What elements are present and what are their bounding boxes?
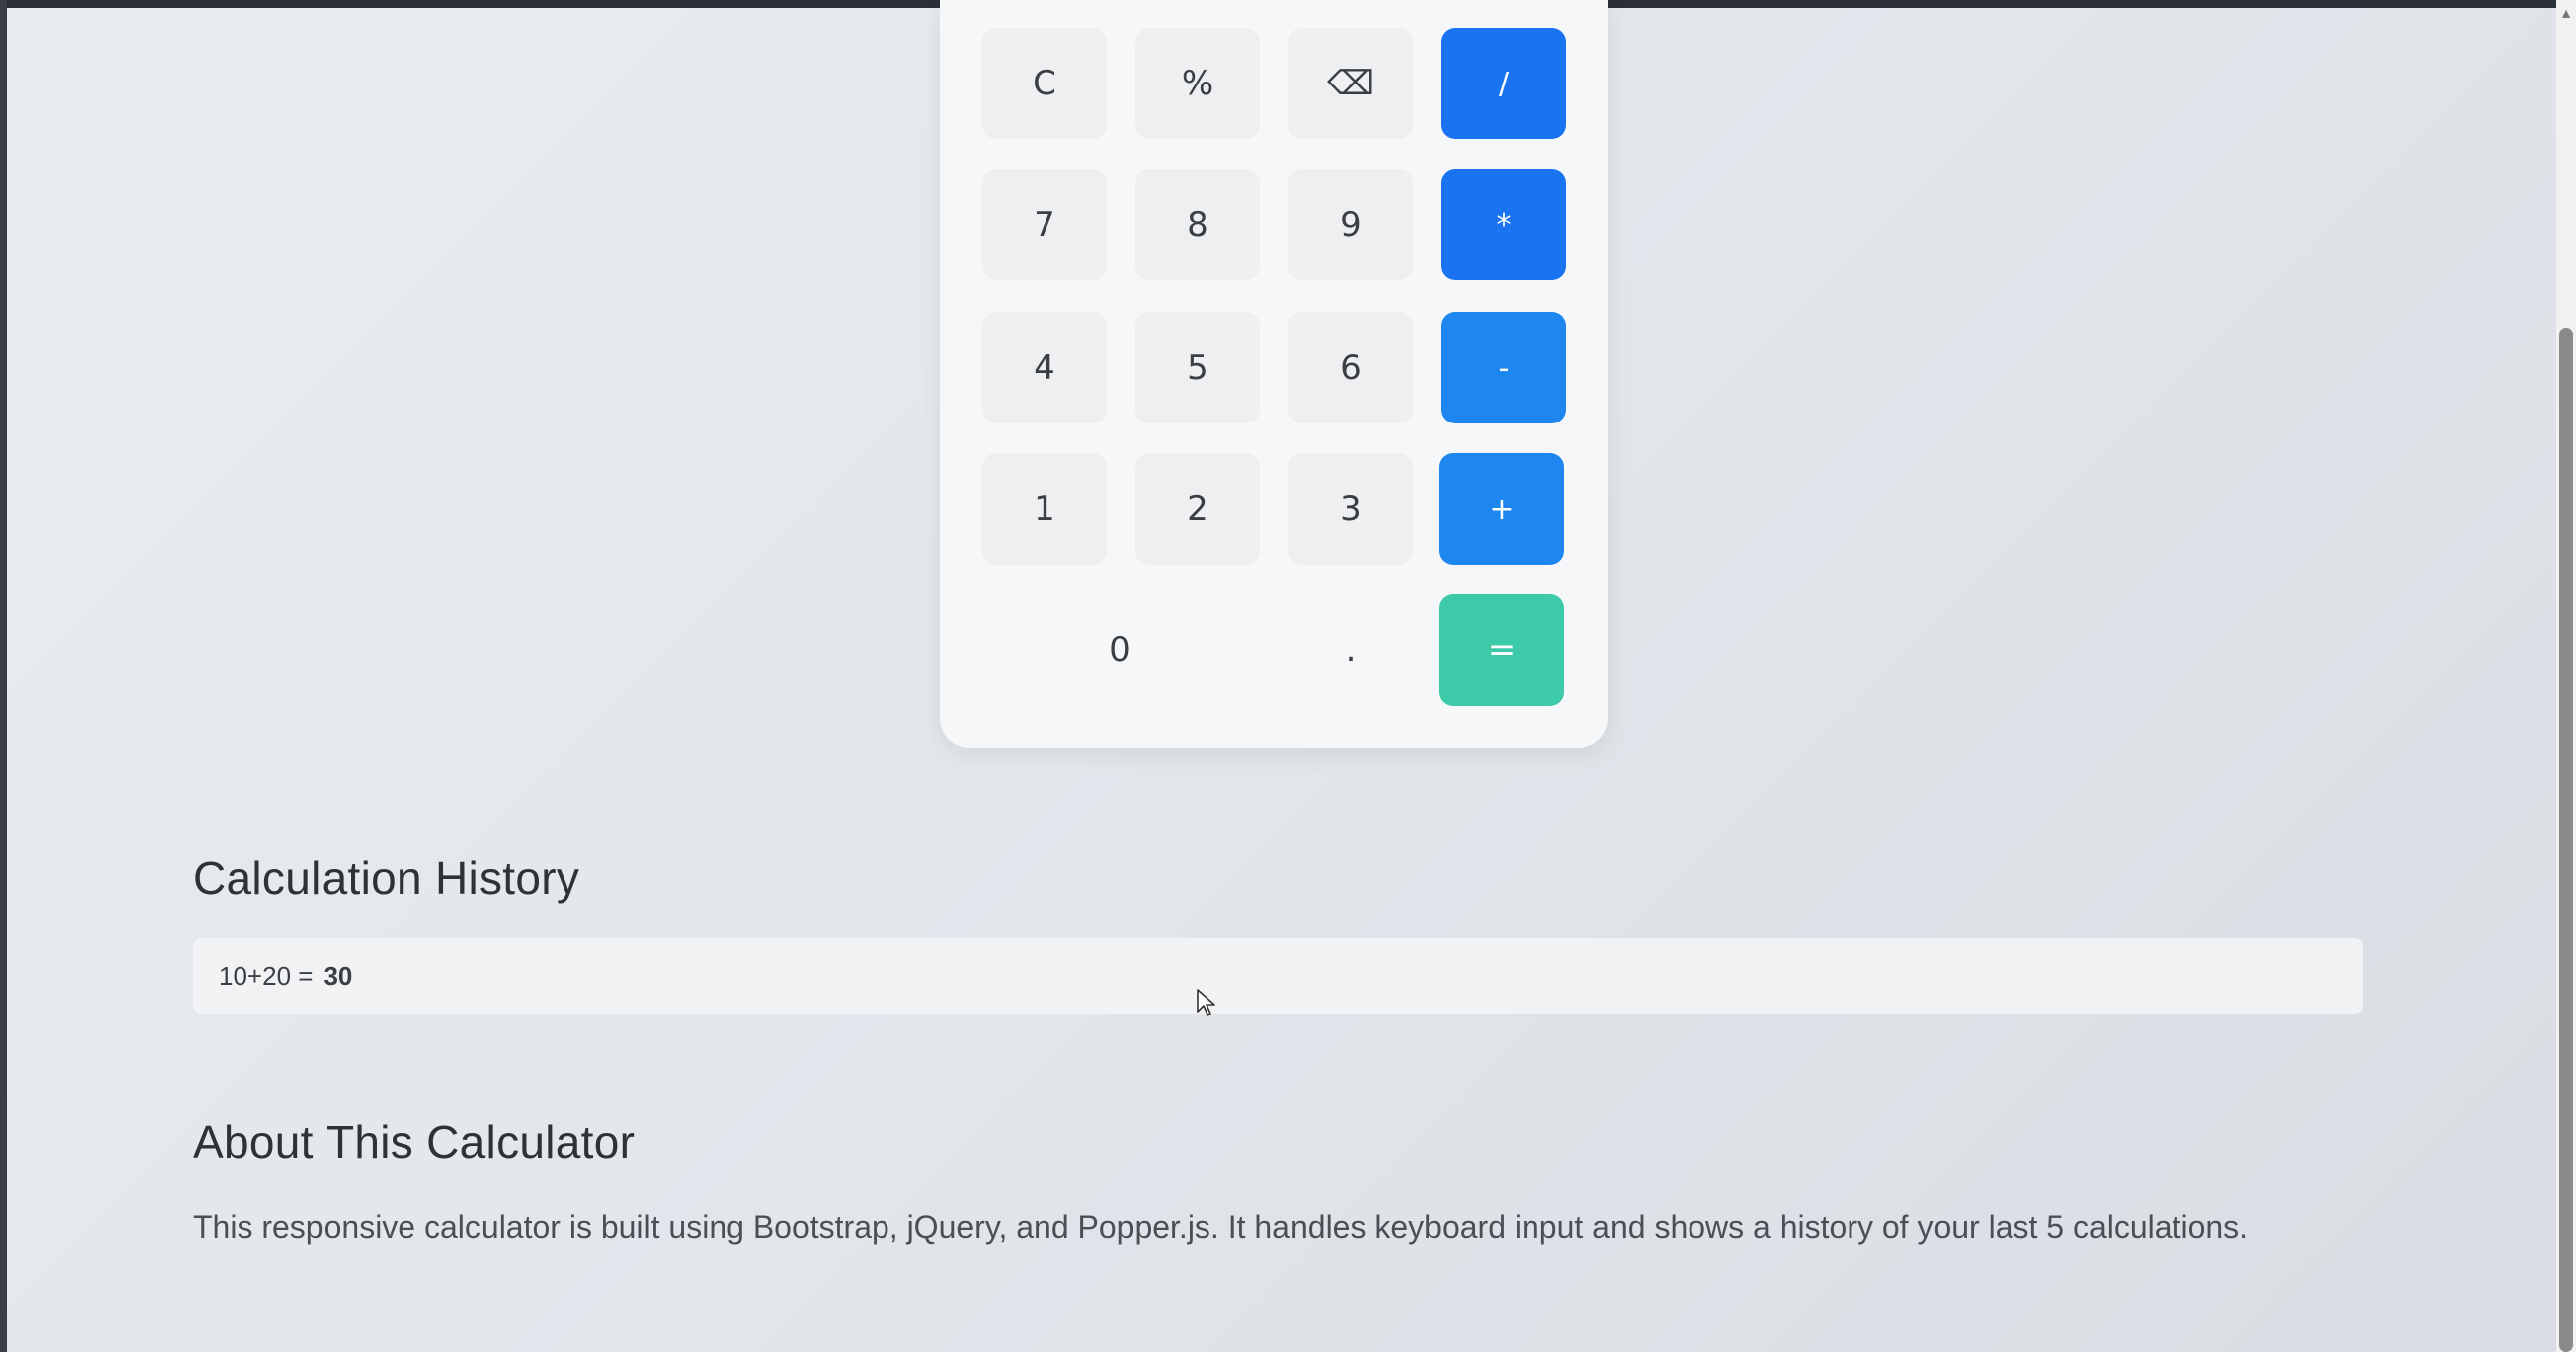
digit-6-button[interactable]: 6 <box>1288 312 1413 423</box>
chevron-up-icon[interactable]: ▲ <box>2558 4 2574 22</box>
subtract-button[interactable]: - <box>1441 312 1566 423</box>
clear-button[interactable]: C <box>982 28 1107 139</box>
backspace-button[interactable]: ⌫ <box>1288 28 1413 139</box>
digit-5-button[interactable]: 5 <box>1135 312 1260 423</box>
equals-button[interactable]: = <box>1439 594 1564 706</box>
digit-8-button[interactable]: 8 <box>1135 169 1260 280</box>
digit-4-button[interactable]: 4 <box>982 312 1107 423</box>
window-left-border <box>0 0 7 1352</box>
multiply-button[interactable]: * <box>1441 169 1566 280</box>
history-result: 30 <box>323 960 353 991</box>
digit-2-button[interactable]: 2 <box>1135 453 1260 565</box>
digit-0-button[interactable]: 0 <box>976 594 1264 706</box>
history-title: Calculation History <box>193 852 580 904</box>
percent-button[interactable]: % <box>1135 28 1260 139</box>
digit-1-button[interactable]: 1 <box>982 453 1107 565</box>
divide-button[interactable]: / <box>1441 28 1566 139</box>
mouse-pointer-icon <box>1197 989 1215 1016</box>
about-description: This responsive calculator is built usin… <box>193 1209 2249 1245</box>
decimal-button[interactable]: . <box>1288 594 1413 706</box>
history-list: 10+20 = 30 <box>193 938 2363 1014</box>
digit-7-button[interactable]: 7 <box>982 169 1107 280</box>
history-expression: 10+20 = <box>219 960 314 991</box>
about-title: About This Calculator <box>193 1116 636 1168</box>
scrollbar-thumb[interactable] <box>2559 328 2573 1352</box>
digit-3-button[interactable]: 3 <box>1288 453 1413 565</box>
digit-9-button[interactable]: 9 <box>1288 169 1413 280</box>
page-scrollbar[interactable]: ▲ <box>2556 0 2576 1352</box>
add-button[interactable]: + <box>1439 453 1564 565</box>
calculator-keypad: C % ⌫ / 7 8 9 * 4 5 6 - 1 2 3 + 0 . = <box>940 0 1608 748</box>
